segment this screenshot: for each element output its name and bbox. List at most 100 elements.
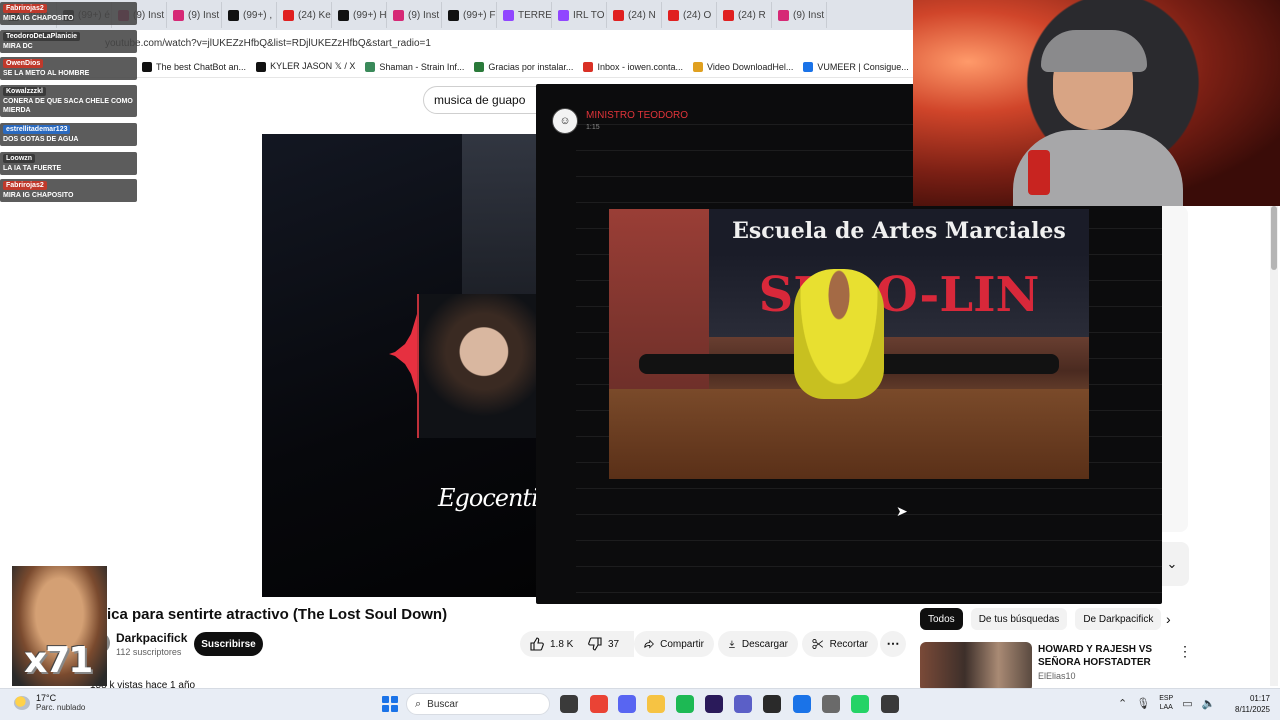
bookmark-item[interactable]: Video DownloadHel...	[693, 61, 794, 72]
share-label: Compartir	[660, 638, 704, 650]
scrollbar-thumb[interactable]	[1271, 206, 1277, 270]
bookmark-item[interactable]: VUMEER | Consigue...	[803, 61, 909, 72]
filter-chip[interactable]: De tus búsquedas	[970, 608, 1068, 630]
download-button[interactable]: Descargar	[718, 631, 798, 657]
recommendation-title[interactable]: HOWARD Y RAJESH VS SEÑORA HOFSTADTER	[1038, 643, 1158, 669]
popup-author-name[interactable]: MINISTRO TEODORO	[586, 110, 688, 121]
system-tray: ⌃ 🎙 ESP LAA ▭ 🔈	[1118, 694, 1215, 712]
browser-tab[interactable]: (9) Inst	[772, 2, 827, 28]
chrome-app-icon[interactable]	[590, 695, 608, 713]
bookmark-item[interactable]: The best ChatBot an...	[142, 61, 246, 72]
whatsapp-app-icon[interactable]	[851, 695, 869, 713]
bookmark-item[interactable]: Inbox - iowen.conta...	[583, 61, 683, 72]
popup-author-avatar[interactable]: ☺	[552, 108, 578, 134]
bookmark-label: VUMEER | Consigue...	[817, 61, 909, 72]
filter-chip[interactable]: Todos	[920, 608, 963, 630]
chat-username: Fabrirojas2	[3, 4, 47, 13]
page-scrollbar[interactable]	[1270, 206, 1278, 686]
more-vertical-icon[interactable]: ⋮	[1178, 643, 1192, 660]
chat-message: TeodoroDeLaPlanicie MIRA DC	[0, 30, 137, 53]
obs-app-icon[interactable]	[763, 695, 781, 713]
explorer-app-icon[interactable]	[647, 695, 665, 713]
recommendation-thumbnail[interactable]	[920, 642, 1032, 692]
discord-app-icon[interactable]	[618, 695, 636, 713]
chat-text: MIRA DC	[3, 43, 33, 50]
taskbar-search-label: Buscar	[427, 698, 459, 710]
tab-label: TERRE	[518, 9, 552, 21]
streamer-beanie	[1041, 30, 1147, 72]
browser-tab[interactable]: (24) N	[607, 2, 662, 28]
bookmark-item[interactable]: Shaman - Strain Inf...	[365, 61, 464, 72]
chat-text: MIRA IG CHAPOSITO	[3, 192, 74, 199]
browser-tab[interactable]: TERRE	[497, 2, 552, 28]
premiere-app-icon[interactable]	[705, 695, 723, 713]
image-person	[794, 269, 884, 399]
bookmark-label: Video DownloadHel...	[707, 61, 794, 72]
browser-tab[interactable]: (9) Inst	[387, 2, 442, 28]
popup-image[interactable]: Escuela de Artes Marciales SHAO-LIN	[609, 209, 1089, 479]
chevron-right-icon[interactable]: ›	[1166, 611, 1171, 627]
bookmark-item[interactable]: KYLER JASON 𝕏 / X	[256, 61, 355, 72]
taskbar-search[interactable]: ⌕ Buscar	[406, 693, 550, 715]
thumbs-up-icon	[530, 637, 544, 651]
browser-tab[interactable]: (99+) H	[332, 2, 387, 28]
tab-label: (24) N	[628, 9, 656, 21]
video-player[interactable]	[262, 134, 542, 597]
windows-taskbar	[0, 688, 1280, 720]
weather-temperature: 17°C	[36, 693, 57, 703]
taskbar-clock[interactable]: 01:17 8/11/2025	[1222, 693, 1270, 715]
chat-text: la IA ta fuerte	[3, 165, 62, 172]
browser-tab[interactable]: (24) R	[717, 2, 772, 28]
tab-favicon-icon	[778, 9, 789, 21]
chat-text: dos gotas de agua	[3, 136, 79, 143]
browser-tab[interactable]: (99+) F	[442, 2, 497, 28]
teams-app-icon[interactable]	[734, 695, 752, 713]
recommendation-channel[interactable]: ElElias10	[1038, 671, 1076, 681]
webcam-overlay	[913, 0, 1280, 206]
snip-app-icon[interactable]	[793, 695, 811, 713]
microphone-icon[interactable]: 🎙	[1136, 697, 1150, 710]
energy-drink-can	[1028, 150, 1050, 195]
bookmark-favicon-icon	[474, 61, 485, 72]
tab-favicon-icon	[283, 9, 294, 21]
misc-app-icon[interactable]	[881, 695, 899, 713]
dislike-count: 37	[608, 638, 620, 650]
tab-label: IRL TO	[573, 9, 605, 21]
tab-favicon-icon	[338, 9, 349, 21]
bookmark-item[interactable]: Gracias por instalar...	[474, 61, 573, 72]
tab-label: (9) Inst	[188, 9, 220, 21]
browser-tab[interactable]: IRL TO	[552, 2, 607, 28]
weather-widget[interactable]: 17°C Parc. nublado	[14, 693, 85, 712]
tab-label: (24) O	[683, 9, 712, 21]
share-button[interactable]: Compartir	[634, 631, 714, 657]
network-icon[interactable]: ▭	[1182, 697, 1192, 710]
scissors-icon	[812, 639, 824, 649]
browser-tab[interactable]: (24) O	[662, 2, 717, 28]
browser-tab[interactable]: (99+) ,	[222, 2, 277, 28]
chat-username: Kowalzzzkl	[3, 87, 46, 96]
mouse-cursor-icon: ➤	[896, 503, 908, 519]
bookmark-label: Inbox - iowen.conta...	[597, 61, 683, 72]
partly-cloudy-icon	[14, 695, 30, 710]
spotify-app-icon[interactable]	[676, 695, 694, 713]
clip-button[interactable]: Recortar	[802, 631, 878, 657]
windows-start-icon[interactable]	[382, 696, 398, 712]
dislike-button[interactable]: 37	[578, 631, 632, 657]
tab-label: (9) Inst	[408, 9, 440, 21]
url-text[interactable]: youtube.com/watch?v=jlUKEZzHfbQ&list=RDj…	[105, 38, 431, 49]
browser-tab[interactable]: (24) Ke	[277, 2, 332, 28]
chevron-up-icon[interactable]: ⌃	[1118, 697, 1127, 710]
browser-tab[interactable]: (9) Inst	[167, 2, 222, 28]
video-title: ica para sentirte atractivo (The Lost So…	[107, 606, 448, 623]
language-indicator[interactable]: ESP LAA	[1159, 694, 1173, 712]
volume-icon[interactable]: 🔈	[1202, 697, 1216, 710]
channel-name[interactable]: Darkpacifick	[116, 631, 187, 645]
more-actions-button[interactable]: ⋯	[880, 631, 906, 657]
tab-label: (24) Ke	[298, 9, 331, 21]
task-view-app-icon[interactable]	[560, 695, 578, 713]
filter-chip[interactable]: De Darkpacifick	[1075, 608, 1162, 630]
subscribe-button[interactable]: Suscribirse	[194, 632, 263, 656]
chat-text: CONERA DE QUE SACA CHELE COMO MIERDA	[3, 98, 133, 114]
bookmark-favicon-icon	[583, 61, 594, 72]
settings-app-icon[interactable]	[822, 695, 840, 713]
